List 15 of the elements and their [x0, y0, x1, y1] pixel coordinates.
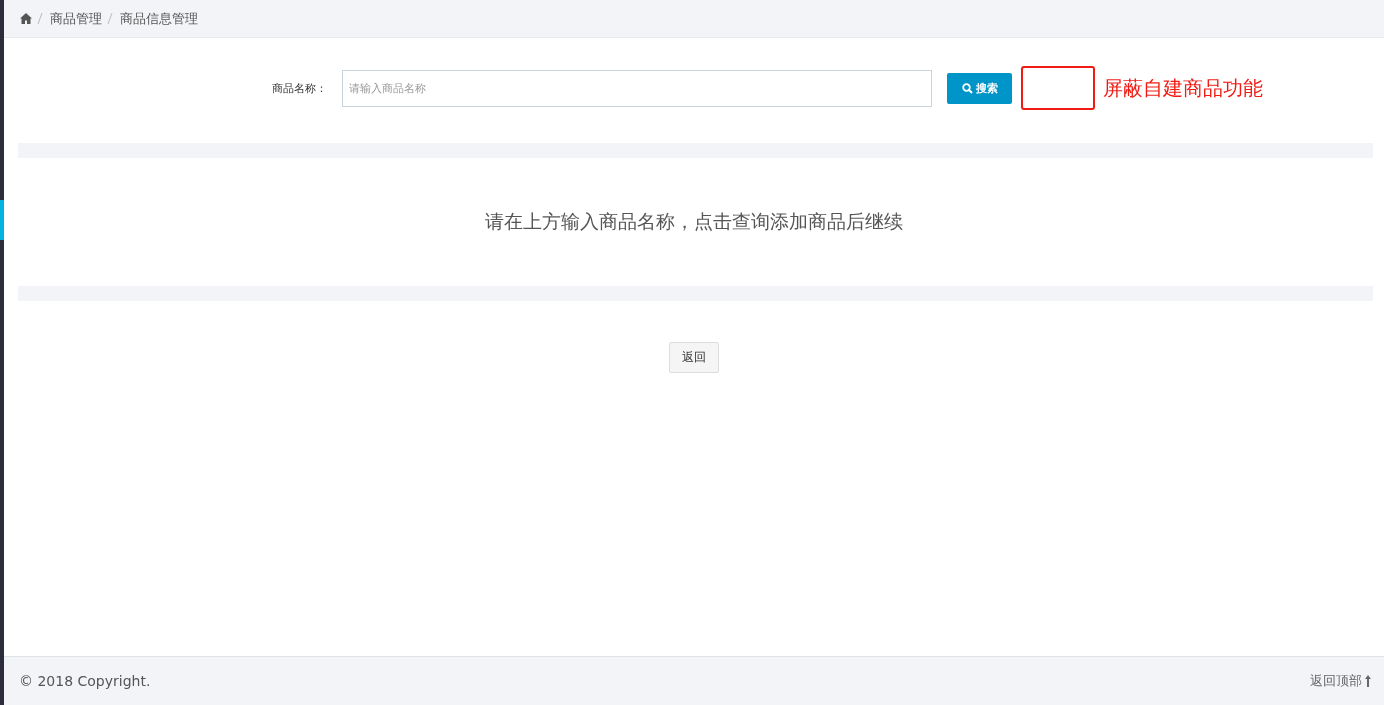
search-icon [961, 82, 973, 94]
home-icon[interactable] [20, 13, 32, 24]
search-field[interactable]: 请输入商品名称 [342, 69, 932, 107]
slash-icon [107, 12, 113, 25]
breadcrumb-item[interactable]: 商品管理 [50, 9, 102, 28]
active-marker [0, 200, 4, 240]
field-label: 商品名称： [271, 80, 327, 96]
up-arrow-icon [1364, 674, 1372, 688]
slash-icon [37, 12, 43, 25]
copyright-text: © 2018 Copyright. [19, 673, 151, 689]
annotation-text: 屏蔽自建商品功能 [1103, 74, 1263, 102]
back-to-top-link[interactable]: 返回顶部 [1310, 672, 1372, 690]
hint-message: 请在上方输入商品名称，点击查询添加商品后继续 [485, 209, 903, 234]
back-button[interactable]: 返回 [669, 342, 719, 373]
breadcrumb-item[interactable]: 商品信息管理 [120, 9, 198, 28]
